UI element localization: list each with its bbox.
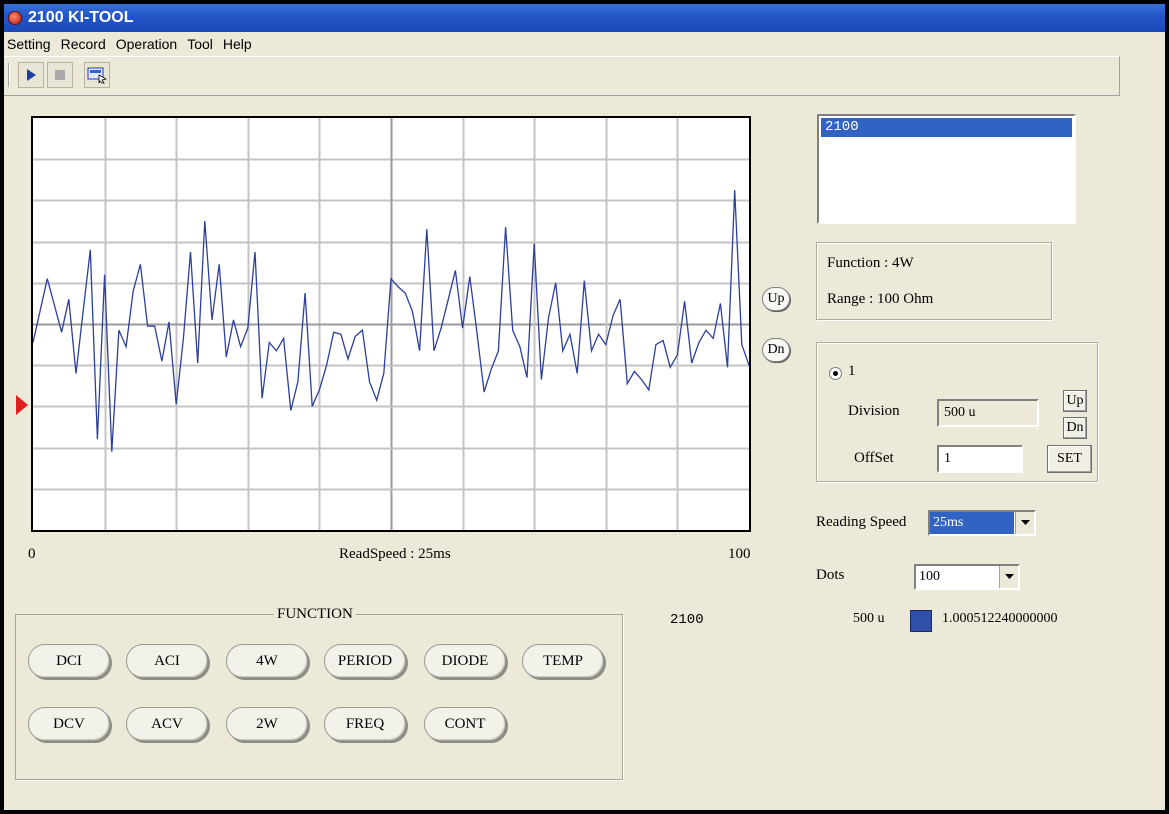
waveform-chart [32, 118, 750, 530]
stop-button[interactable] [47, 62, 73, 88]
meter-listbox[interactable]: 2100 [817, 114, 1076, 224]
aci-button[interactable]: ACI [126, 644, 208, 678]
division-up-button[interactable]: Up [1063, 390, 1087, 412]
diode-button[interactable]: DIODE [424, 644, 506, 678]
channel-radio[interactable] [829, 367, 842, 380]
range-status: Range : 100 Ohm [827, 291, 934, 307]
set-button[interactable]: SET [1047, 445, 1092, 473]
x-axis-min-label: 0 [28, 546, 36, 562]
menu-help[interactable]: Help [220, 36, 259, 52]
reading-speed-value: 25ms [930, 512, 1014, 534]
graph-down-button[interactable]: Dn [762, 338, 790, 362]
window-title: 2100 KI-TOOL [28, 9, 134, 26]
offset-marker-icon[interactable] [16, 395, 28, 415]
acv-button[interactable]: ACV [126, 707, 208, 741]
x-axis-max-label: 100 [728, 546, 751, 562]
menu-bar: Setting Record Operation Tool Help [4, 32, 1165, 56]
dcv-button[interactable]: DCV [28, 707, 110, 741]
dots-select[interactable]: 100 [914, 564, 1020, 590]
function-group-title: FUNCTION [274, 606, 356, 623]
value-readout: 1.000512240000000 [942, 611, 1058, 626]
graph-up-button[interactable]: Up [762, 287, 790, 311]
4w-button[interactable]: 4W [226, 644, 308, 678]
stop-icon [55, 70, 65, 80]
reading-speed-label: Reading Speed [816, 514, 907, 530]
freq-button[interactable]: FREQ [324, 707, 406, 741]
division-field: 500 u [937, 399, 1039, 427]
dots-label: Dots [816, 567, 845, 583]
read-speed-label: ReadSpeed : 25ms [339, 546, 451, 562]
screen-settings-icon [87, 67, 107, 84]
chevron-down-icon[interactable] [1015, 512, 1034, 534]
app-icon [8, 11, 22, 25]
toolbar-grip [8, 63, 10, 87]
device-readout: 2100 [670, 612, 704, 628]
function-group [15, 614, 623, 780]
division-readout: 500 u [853, 611, 885, 626]
dots-value: 100 [919, 569, 940, 584]
menu-tool[interactable]: Tool [184, 36, 220, 52]
dci-button[interactable]: DCI [28, 644, 110, 678]
offset-input[interactable]: 1 [937, 445, 1023, 473]
temp-button[interactable]: TEMP [522, 644, 604, 678]
period-button[interactable]: PERIOD [324, 644, 406, 678]
cont-button[interactable]: CONT [424, 707, 506, 741]
division-label: Division [848, 403, 900, 419]
division-down-button[interactable]: Dn [1063, 417, 1087, 439]
2w-button[interactable]: 2W [226, 707, 308, 741]
reading-speed-select[interactable]: 25ms [928, 510, 1036, 536]
toolbar [4, 56, 1120, 96]
main-window: 2100 KI-TOOL Setting Record Operation To… [4, 4, 1165, 810]
offset-label: OffSet [854, 450, 894, 466]
meter-list-item[interactable]: 2100 [821, 118, 1072, 137]
waveform-plot [31, 116, 751, 532]
menu-setting[interactable]: Setting [4, 36, 58, 52]
function-status: Function : 4W [827, 255, 914, 271]
series-color-swatch[interactable] [910, 610, 932, 632]
channel-radio-label: 1 [848, 363, 856, 379]
play-icon [27, 69, 36, 81]
status-group: Function : 4W Range : 100 Ohm [816, 242, 1052, 320]
chevron-down-icon[interactable] [999, 566, 1018, 588]
menu-operation[interactable]: Operation [113, 36, 184, 52]
channel-group: 1 Division 500 u Up Dn OffSet 1 SET [816, 342, 1098, 482]
title-bar: 2100 KI-TOOL [4, 4, 1165, 32]
run-button[interactable] [18, 62, 44, 88]
menu-record[interactable]: Record [58, 36, 113, 52]
screen-settings-button[interactable] [84, 62, 110, 88]
